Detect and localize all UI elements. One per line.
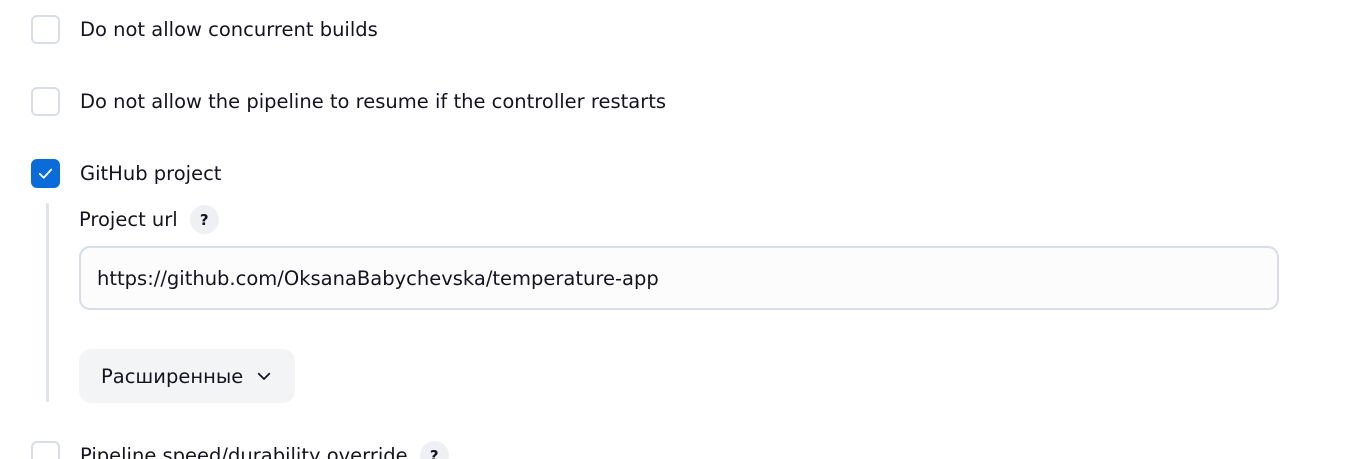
nested-section-guide: [46, 203, 49, 402]
project-url-label-row: Project url ?: [79, 205, 219, 234]
advanced-button[interactable]: Расширенные: [79, 349, 296, 403]
checkbox-no-resume[interactable]: [31, 87, 60, 116]
advanced-button-label: Расширенные: [101, 364, 244, 388]
project-url-input[interactable]: [79, 246, 1279, 310]
checkbox-github-project[interactable]: [31, 159, 60, 188]
checkbox-no-concurrent-builds[interactable]: [31, 15, 60, 44]
help-icon[interactable]: ?: [419, 441, 449, 459]
chevron-down-icon: [255, 367, 273, 385]
option-label: Do not allow the pipeline to resume if t…: [80, 90, 667, 113]
option-no-concurrent-builds[interactable]: Do not allow concurrent builds: [31, 15, 378, 44]
option-no-resume[interactable]: Do not allow the pipeline to resume if t…: [31, 87, 666, 116]
option-github-project[interactable]: GitHub project: [31, 159, 221, 188]
option-label: Do not allow concurrent builds: [80, 18, 378, 41]
project-url-label: Project url: [79, 207, 178, 231]
checkbox-durability-override[interactable]: [31, 441, 60, 459]
option-durability-override[interactable]: Pipeline speed/durability override ?: [31, 441, 449, 459]
option-label: GitHub project: [80, 162, 222, 185]
option-label: Pipeline speed/durability override: [80, 444, 408, 459]
check-icon: [38, 168, 53, 179]
pipeline-config-page: Do not allow concurrent builds Do not al…: [0, 0, 1345, 459]
help-icon[interactable]: ?: [189, 205, 219, 234]
